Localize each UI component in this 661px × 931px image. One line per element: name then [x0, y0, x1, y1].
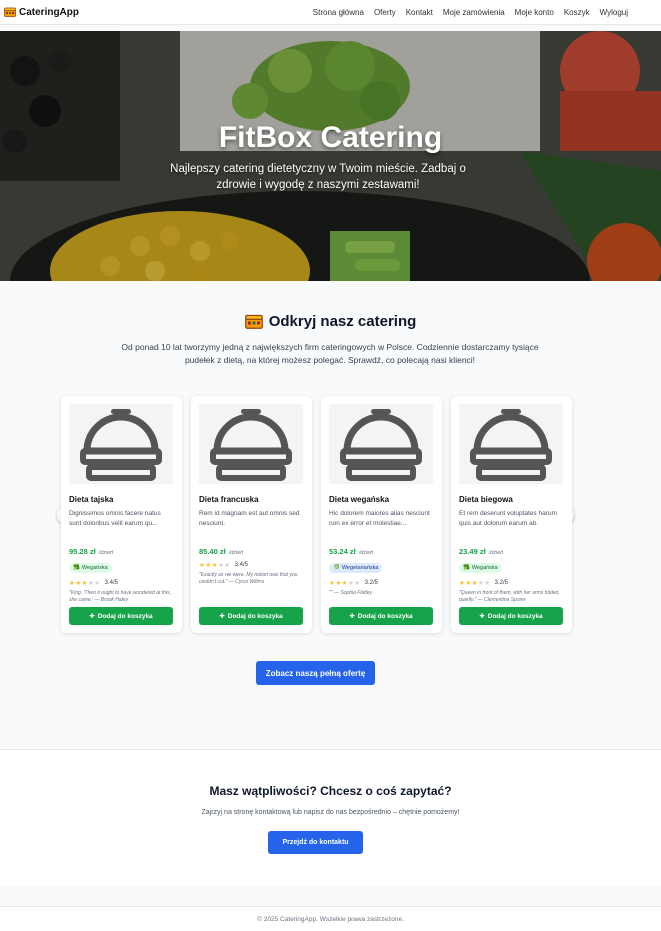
add-to-cart-button[interactable]: ✚ Dodaj do koszyka	[459, 607, 563, 625]
go-to-contact-button[interactable]: Przejdź do kontaktu	[268, 831, 363, 854]
diet-review-quote: "" — Sophia Flatley	[329, 590, 373, 596]
catering-box-icon	[244, 314, 263, 329]
cloche-icon	[470, 409, 552, 481]
add-to-cart-label: Dodaj do koszyka	[487, 612, 543, 620]
price-value: 53.24 zł	[329, 547, 356, 556]
add-to-cart-label: Dodaj do koszyka	[97, 612, 153, 620]
nav-item-cart[interactable]: Koszyk	[564, 8, 590, 17]
price-unit: /dzień	[358, 550, 374, 556]
price-unit: /dzień	[228, 550, 244, 556]
diet-name: Dieta francuska	[199, 495, 259, 504]
diet-rating: ★★★★★ 3.4/5	[199, 561, 304, 569]
full-offer-button[interactable]: Zobacz naszą pełną ofertę	[256, 661, 375, 685]
diet-price: 95.28 zł/dzień	[69, 547, 174, 556]
diet-card[interactable]: Dieta tajska Dignissimos omnis facere na…	[61, 396, 182, 633]
diet-price: 23.49 zł/dzień	[459, 547, 564, 556]
nav-item-my-orders[interactable]: Moje zamówienia	[443, 8, 505, 17]
price-value: 23.49 zł	[459, 547, 486, 556]
diet-image	[69, 404, 173, 484]
diet-badge: 🥬 Wegetariańska	[329, 563, 383, 573]
diet-review-quote: "King. 'Then it ought to have wondered a…	[69, 590, 171, 603]
add-to-cart-label: Dodaj do koszyka	[227, 612, 283, 620]
nav-item-offers[interactable]: Oferty	[374, 8, 396, 17]
rating-value: 3.4/5	[234, 562, 248, 568]
brand-name: CateringApp	[19, 6, 79, 18]
diet-description: Dignissimos omnis facere natus sunt dolo…	[69, 510, 161, 527]
diet-rating: ★★★★★ 3.2/5	[329, 579, 434, 587]
diet-card[interactable]: Dieta francuska Rem id magnam est aut om…	[191, 396, 312, 633]
discover-title: Odkryj nasz catering	[268, 313, 417, 330]
diet-name: Dieta tajska	[69, 495, 114, 504]
diet-description: Rem id magnam est aut omnis sed nesciunt…	[199, 510, 300, 527]
diet-card[interactable]: Dieta wegańska Hic dolorem maiores alias…	[321, 396, 442, 633]
rating-value: 3.2/5	[364, 580, 378, 586]
broccoli-icon: 🥦	[463, 565, 470, 571]
broccoli-icon: 🥦	[73, 565, 80, 571]
leaf-icon: 🥬	[333, 565, 340, 571]
diet-image	[329, 404, 433, 484]
price-unit: /dzień	[488, 550, 504, 556]
star-rating-icon: ★★★★★	[459, 580, 491, 587]
rating-value: 3.2/5	[494, 580, 508, 586]
diet-price: 53.24 zł/dzień	[329, 547, 434, 556]
diet-description: Hic dolorem maiores alias nesciunt non e…	[329, 510, 430, 527]
add-to-cart-button[interactable]: ✚ Dodaj do koszyka	[329, 607, 433, 625]
plus-icon: ✚	[479, 613, 485, 620]
diet-rating: ★★★★★ 3.4/5	[69, 579, 174, 587]
brand-logo[interactable]: CateringApp	[4, 7, 79, 18]
price-value: 85.40 zł	[199, 547, 226, 556]
badge-label: Wegetariańska	[341, 565, 379, 571]
diet-description: Et rem deserunt voluptates harum quis au…	[459, 510, 557, 527]
nav-menu: Strona główna Oferty Kontakt Moje zamówi…	[313, 8, 628, 17]
diet-name: Dieta wegańska	[329, 495, 390, 504]
diet-name: Dieta biegowa	[459, 495, 513, 504]
cloche-icon	[80, 409, 162, 481]
discover-heading: Odkryj nasz catering	[0, 313, 661, 330]
price-unit: /dzień	[98, 550, 114, 556]
badge-label: Wegańska	[471, 565, 498, 571]
contact-section: Masz wątpliwości? Chcesz o coś zapytać? …	[0, 749, 661, 886]
add-to-cart-button[interactable]: ✚ Dodaj do koszyka	[199, 607, 303, 625]
diet-review-quote: "Queen in front of them, with her arms f…	[459, 590, 560, 603]
cloche-icon	[340, 409, 422, 481]
star-rating-icon: ★★★★★	[69, 580, 101, 587]
hero-title: FitBox Catering	[218, 121, 443, 154]
diet-price: 85.40 zł/dzień	[199, 547, 304, 556]
diet-review-quote: "Exactly as we were. My notion was that …	[199, 572, 298, 585]
footer: © 2025 CateringApp. Wszelkie prawa zastr…	[0, 906, 661, 931]
star-rating-icon: ★★★★★	[329, 580, 361, 587]
diet-card[interactable]: Dieta biegowa Et rem deserunt voluptates…	[451, 396, 572, 633]
diet-image	[199, 404, 303, 484]
top-navbar: CateringApp Strona główna Oferty Kontakt…	[0, 0, 661, 25]
badge-label: Wegańska	[81, 565, 108, 571]
nav-item-logout[interactable]: Wyloguj	[600, 8, 628, 17]
contact-title: Masz wątpliwości? Chcesz o coś zapytać?	[209, 784, 452, 798]
catering-box-icon	[4, 7, 16, 17]
plus-icon: ✚	[89, 613, 95, 620]
cloche-icon	[210, 409, 292, 481]
hero-banner: FitBox Catering Najlepszy catering diete…	[0, 31, 661, 281]
diet-image	[459, 404, 563, 484]
add-to-cart-button[interactable]: ✚ Dodaj do koszyka	[69, 607, 173, 625]
star-rating-icon: ★★★★★	[199, 562, 231, 569]
add-to-cart-label: Dodaj do koszyka	[357, 612, 413, 620]
nav-item-home[interactable]: Strona główna	[313, 8, 364, 17]
plus-icon: ✚	[219, 613, 225, 620]
nav-item-contact[interactable]: Kontakt	[406, 8, 433, 17]
hero-subtitle: Najlepszy catering dietetyczny w Twoim m…	[170, 163, 466, 191]
contact-text: Zajrzyj na stronę kontaktową lub napisz …	[201, 809, 460, 816]
diet-badge: 🥦 Wegańska	[69, 563, 112, 573]
copyright-text: © 2025 CateringApp. Wszelkie prawa zastr…	[257, 916, 404, 923]
nav-item-my-account[interactable]: Moje konto	[515, 8, 554, 17]
diet-rating: ★★★★★ 3.2/5	[459, 579, 564, 587]
hero-overlay	[0, 31, 661, 281]
discover-text: Od ponad 10 lat tworzymy jedną z najwięk…	[121, 342, 539, 365]
price-value: 95.28 zł	[69, 547, 96, 556]
plus-icon: ✚	[349, 613, 355, 620]
diet-badge: 🥦 Wegańska	[459, 563, 502, 573]
rating-value: 3.4/5	[104, 580, 118, 586]
